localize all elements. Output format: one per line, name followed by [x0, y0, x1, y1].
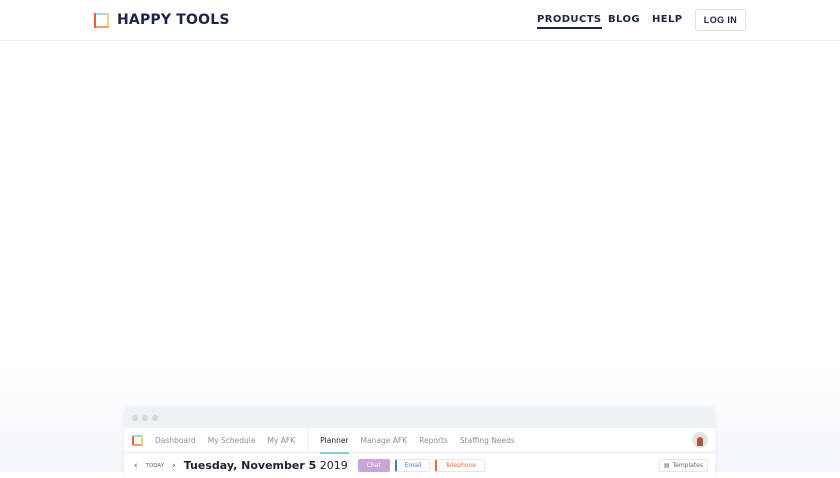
templates-button[interactable]: ▤ Templates	[658, 459, 708, 472]
templates-icon: ▤	[663, 462, 670, 469]
templates-label: Templates	[672, 462, 703, 469]
logo-icon	[94, 12, 109, 28]
brand-name: HAPPY TOOLS	[117, 12, 230, 28]
app-nav: Dashboard My Schedule My AFK Planner Man…	[124, 427, 715, 454]
app-nav-my-afk[interactable]: My AFK	[267, 436, 295, 445]
planner-toolbar: ‹ TODAY › Tuesday, November 5 2019 Chat …	[124, 453, 715, 478]
current-date: Tuesday, November 5 2019	[184, 459, 348, 472]
window-dot-icon	[132, 415, 138, 421]
site-header: HAPPY TOOLS PRODUCTS BLOG HELP LOG IN	[0, 0, 840, 41]
app-nav-reports[interactable]: Reports	[419, 436, 448, 445]
app-logo-icon	[132, 434, 143, 446]
nav-blog[interactable]: BLOG	[608, 14, 640, 25]
chevron-right-icon[interactable]: ›	[172, 461, 176, 471]
app-nav-my-schedule[interactable]: My Schedule	[208, 436, 256, 445]
app-nav-manage-afk[interactable]: Manage AFK	[361, 436, 408, 445]
date-year: 2019	[319, 459, 348, 472]
nav-divider	[307, 427, 309, 453]
window-dot-icon	[152, 415, 158, 421]
nav-help[interactable]: HELP	[652, 14, 683, 25]
nav-products[interactable]: PRODUCTS	[537, 14, 602, 29]
chevron-left-icon[interactable]: ‹	[134, 461, 138, 471]
brand-logo[interactable]: HAPPY TOOLS	[94, 12, 230, 28]
date-main: Tuesday, November 5	[183, 459, 317, 472]
chip-telephone[interactable]: Telephone	[435, 459, 485, 472]
window-titlebar	[124, 408, 715, 428]
user-avatar[interactable]	[692, 432, 708, 448]
app-nav-staffing-needs[interactable]: Staffing Needs	[460, 436, 515, 445]
login-button[interactable]: LOG IN	[695, 9, 746, 31]
window-dot-icon	[142, 415, 148, 421]
chip-email[interactable]: Email	[394, 459, 431, 472]
app-nav-dashboard[interactable]: Dashboard	[155, 436, 196, 445]
chip-chat[interactable]: Chat	[357, 459, 390, 472]
today-button[interactable]: TODAY	[146, 463, 165, 469]
app-preview: Dashboard My Schedule My AFK Planner Man…	[124, 408, 715, 478]
app-nav-planner[interactable]: Planner	[320, 436, 349, 454]
